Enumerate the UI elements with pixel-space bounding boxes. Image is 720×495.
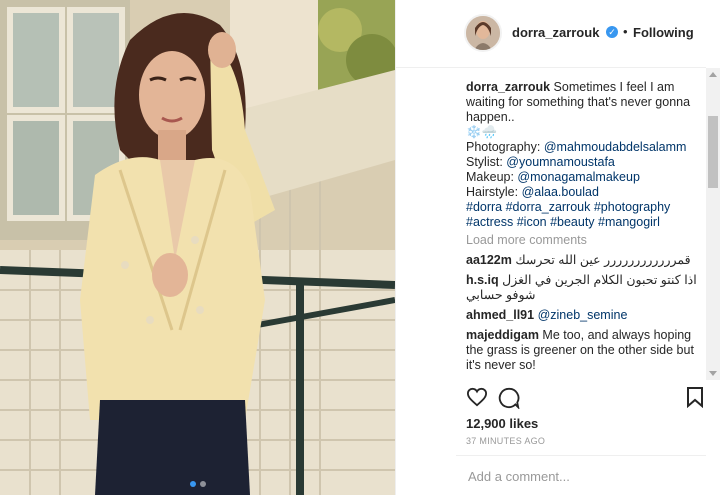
scroll-up-arrow-icon[interactable] [709,72,717,77]
comment-username[interactable]: h.s.iq [466,273,499,287]
caption-username[interactable]: dorra_zarrouk [466,80,550,94]
add-comment-input[interactable] [466,468,700,485]
comment-item: ahmed_ll91 @zineb_semine [466,308,702,323]
load-more-comments-button[interactable]: Load more comments [466,233,587,248]
credit-hairstyle-label: Hairstyle: [466,185,522,199]
scroll-down-arrow-icon[interactable] [709,371,717,376]
carousel-dots [0,481,395,487]
comments-scrollbar[interactable] [706,68,720,380]
comments-scroll-area[interactable]: dorra_zarrouk Sometimes I feel I am wait… [396,68,706,380]
post-header: dorra_zarrouk ✓ • Following [396,0,706,68]
add-comment-bar [456,455,706,495]
credit-hairstyle-link[interactable]: @alaa.boulad [522,185,599,199]
comment-mention-link[interactable]: @zineb_semine [538,308,628,322]
header-username[interactable]: dorra_zarrouk [512,25,599,40]
credit-photography-link[interactable]: @mahmoudabdelsalamm [544,140,687,154]
carousel-dot[interactable] [199,481,206,487]
credit-makeup-label: Makeup: [466,170,518,184]
comment-username[interactable]: aa122m [466,253,512,267]
likes-count[interactable]: 12,900 likes [466,416,538,431]
comment-text: اذا كنتو تحبون الكلام الجرين في الغزل شو… [466,273,697,302]
caption-hashtags-1[interactable]: #dorra #dorra_zarrouk #photography [466,200,670,214]
post-caption: dorra_zarrouk Sometimes I feel I am wait… [466,80,702,230]
caption-hashtags-2[interactable]: #actress #icon #beauty #mangogirl [466,215,660,229]
comment-item: majeddigam Me too, and always hoping the… [466,328,702,373]
comment-item: h.s.iq اذا كنتو تحبون الكلام الجرين في ا… [466,273,702,303]
post-timestamp: 37 MINUTES AGO [466,436,546,446]
bookmark-icon[interactable] [686,386,704,408]
credit-photography-label: Photography: [466,140,544,154]
verified-badge-icon: ✓ [606,26,618,38]
credit-makeup-link[interactable]: @monagamalmakeup [517,170,639,184]
credit-stylist-label: Stylist: [466,155,507,169]
heart-icon[interactable] [466,387,488,407]
comment-username[interactable]: ahmed_ll91 [466,308,534,322]
post-actions-bar [466,385,706,411]
following-button[interactable]: Following [633,25,694,40]
comment-username[interactable]: majeddigam [466,328,539,342]
avatar-image [466,16,500,50]
header-separator: • [623,24,628,39]
post-photo[interactable] [0,0,395,495]
comment-icon[interactable] [498,387,520,409]
carousel-dot-active[interactable] [189,481,196,487]
credit-stylist-link[interactable]: @youmnamoustafa [506,155,615,169]
caption-emoji: ❄️🌧️ [466,125,498,139]
comment-text: قمرررررررررررر عين الله تحرسك [515,253,691,267]
post-photo-image [0,0,395,495]
scrollbar-thumb[interactable] [708,116,718,188]
avatar[interactable] [464,14,502,52]
comment-item: aa122m قمرررررررررررر عين الله تحرسك [466,253,702,268]
post-side-panel: dorra_zarrouk ✓ • Following dorra_zarrou… [395,0,720,495]
